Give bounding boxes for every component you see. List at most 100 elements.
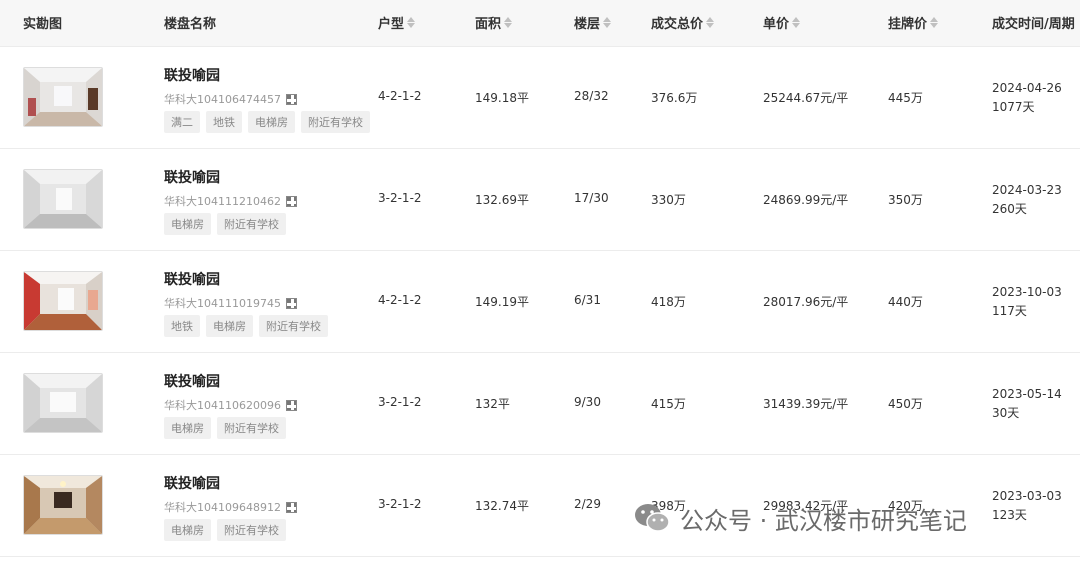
listing-code-text: 华科大104110620096 <box>164 399 281 412</box>
estate-name[interactable]: 联投喻园 <box>164 473 220 493</box>
floor-value: 6/31 <box>574 293 601 307</box>
column-photo: 实勘图 <box>23 13 62 32</box>
table-header: 实勘图 楼盘名称 户型 面积 楼层 成交总价 单价 挂牌价 成交时间/周期 <box>0 0 1080 47</box>
date-period: 2023-10-03 117天 <box>992 283 1062 321</box>
table-row[interactable]: 联投喻园 华科大104110620096 电梯房 附近有学校 3-2-1-2 1… <box>0 353 1080 455</box>
tag-list: 电梯房 附近有学校 <box>164 417 286 439</box>
tag: 地铁 <box>206 111 242 133</box>
tag: 附近有学校 <box>217 519 286 541</box>
listing-code-text: 华科大104111210462 <box>164 195 281 208</box>
layout-value: 4-2-1-2 <box>378 293 422 307</box>
listing-photo[interactable] <box>23 67 103 127</box>
list-price-value: 450万 <box>888 397 923 411</box>
tag-list: 地铁 电梯房 附近有学校 <box>164 315 328 337</box>
sort-icon[interactable] <box>792 17 801 28</box>
deal-period: 123天 <box>992 508 1027 522</box>
column-name-label: 楼盘名称 <box>164 17 217 32</box>
tag: 地铁 <box>164 315 200 337</box>
sort-icon[interactable] <box>706 17 715 28</box>
listing-photo[interactable] <box>23 475 103 535</box>
total-price-value: 330万 <box>651 193 686 207</box>
date-period: 2023-05-14 30天 <box>992 385 1062 423</box>
deal-date: 2023-03-03 <box>992 489 1062 503</box>
estate-name[interactable]: 联投喻园 <box>164 65 220 85</box>
column-layout[interactable]: 户型 <box>378 13 416 32</box>
total-price-value: 415万 <box>651 397 686 411</box>
total-price-value: 376.6万 <box>651 91 698 105</box>
date-period: 2023-03-03 123天 <box>992 487 1062 525</box>
qr-code-icon[interactable] <box>285 195 297 207</box>
list-price-value: 445万 <box>888 91 923 105</box>
total-price-value: 418万 <box>651 295 686 309</box>
tag: 附近有学校 <box>259 315 328 337</box>
column-unit-price-label: 单价 <box>763 17 790 32</box>
qr-code-icon[interactable] <box>285 297 297 309</box>
column-list-price-label: 挂牌价 <box>888 17 928 32</box>
wechat-watermark: 公众号 · 武汉楼市研究笔记 <box>632 498 967 538</box>
tag: 电梯房 <box>248 111 295 133</box>
listing-photo[interactable] <box>23 373 103 433</box>
tag: 附近有学校 <box>217 417 286 439</box>
estate-name[interactable]: 联投喻园 <box>164 371 220 391</box>
deal-period: 1077天 <box>992 100 1035 114</box>
column-name: 楼盘名称 <box>164 13 216 32</box>
deal-date: 2024-04-26 <box>992 81 1062 95</box>
column-photo-label: 实勘图 <box>23 17 63 32</box>
layout-value: 4-2-1-2 <box>378 89 422 103</box>
column-unit-price[interactable]: 单价 <box>763 13 801 32</box>
area-value: 149.18平 <box>475 91 529 105</box>
qr-code-icon[interactable] <box>285 501 297 513</box>
column-floor[interactable]: 楼层 <box>574 13 612 32</box>
listing-code: 华科大104106474457 <box>164 91 297 107</box>
column-list-price[interactable]: 挂牌价 <box>888 13 939 32</box>
qr-code-icon[interactable] <box>285 399 297 411</box>
sort-icon[interactable] <box>603 17 612 28</box>
floor-value: 17/30 <box>574 191 609 205</box>
sort-icon[interactable] <box>504 17 513 28</box>
qr-code-icon[interactable] <box>285 93 297 105</box>
estate-name[interactable]: 联投喻园 <box>164 269 220 289</box>
deal-period: 260天 <box>992 202 1027 216</box>
deal-date: 2023-05-14 <box>992 387 1062 401</box>
list-price-value: 440万 <box>888 295 923 309</box>
column-date-period: 成交时间/周期 <box>992 13 1075 32</box>
unit-price-value: 24869.99元/平 <box>763 193 849 207</box>
tag-list: 电梯房 附近有学校 <box>164 213 286 235</box>
deal-period: 117天 <box>992 304 1027 318</box>
column-total-label: 成交总价 <box>651 17 704 32</box>
area-value: 132.69平 <box>475 193 529 207</box>
layout-value: 3-2-1-2 <box>378 191 422 205</box>
unit-price-value: 31439.39元/平 <box>763 397 849 411</box>
listing-photo[interactable] <box>23 271 103 331</box>
column-floor-label: 楼层 <box>574 17 601 32</box>
column-total[interactable]: 成交总价 <box>651 13 715 32</box>
unit-price-value: 25244.67元/平 <box>763 91 849 105</box>
layout-value: 3-2-1-2 <box>378 395 422 409</box>
list-price-value: 350万 <box>888 193 923 207</box>
listing-code-text: 华科大104111019745 <box>164 297 281 310</box>
estate-name[interactable]: 联投喻园 <box>164 167 220 187</box>
tag: 电梯房 <box>206 315 253 337</box>
table-row[interactable]: 联投喻园 华科大104111019745 地铁 电梯房 附近有学校 4-2-1-… <box>0 251 1080 353</box>
table-row[interactable]: 联投喻园 华科大104111210462 电梯房 附近有学校 3-2-1-2 1… <box>0 149 1080 251</box>
table-row[interactable]: 联投喻园 华科大104106474457 满二 地铁 电梯房 附近有学校 4-2… <box>0 47 1080 149</box>
floor-value: 9/30 <box>574 395 601 409</box>
deal-date: 2024-03-23 <box>992 183 1062 197</box>
sort-icon[interactable] <box>407 17 416 28</box>
floor-value: 28/32 <box>574 89 609 103</box>
deal-period: 30天 <box>992 406 1020 420</box>
date-period: 2024-03-23 260天 <box>992 181 1062 219</box>
tag-list: 电梯房 附近有学校 <box>164 519 286 541</box>
tag: 电梯房 <box>164 519 211 541</box>
deal-date: 2023-10-03 <box>992 285 1062 299</box>
tag-list: 满二 地铁 电梯房 附近有学校 <box>164 111 370 133</box>
listing-photo[interactable] <box>23 169 103 229</box>
sort-icon[interactable] <box>930 17 939 28</box>
tag: 附近有学校 <box>301 111 370 133</box>
column-area[interactable]: 面积 <box>475 13 513 32</box>
tag: 附近有学校 <box>217 213 286 235</box>
area-value: 149.19平 <box>475 295 529 309</box>
column-layout-label: 户型 <box>378 17 405 32</box>
listing-code: 华科大104111019745 <box>164 295 297 311</box>
layout-value: 3-2-1-2 <box>378 497 422 511</box>
